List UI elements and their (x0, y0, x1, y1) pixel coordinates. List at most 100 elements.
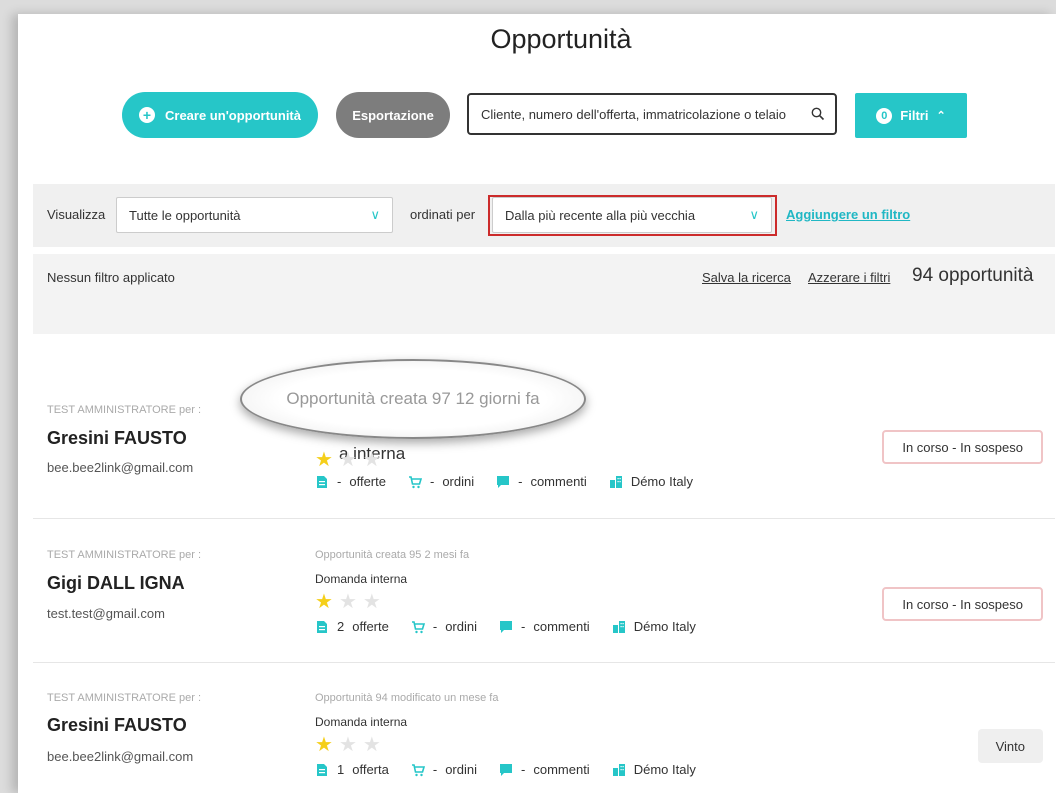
rating-stars[interactable]: ★ ★ ★ (315, 735, 381, 755)
orders-count[interactable]: - ordini (411, 619, 477, 634)
filters-label: Filtri (900, 108, 929, 123)
building-icon (612, 763, 625, 776)
status-badge: In corso - In sospeso (882, 430, 1043, 464)
magnifier-callout: Opportunità creata 97 12 giorni fa (240, 359, 586, 439)
search-box[interactable] (467, 93, 837, 135)
offers-number: - (337, 474, 342, 489)
star-icon[interactable]: ★ (315, 592, 333, 612)
sort-highlight-box (488, 195, 777, 236)
list-item[interactable]: TEST AMMINISTRATORE per : Gigi DALL IGNA… (33, 519, 1055, 663)
star-icon[interactable]: ★ (363, 735, 381, 755)
document-icon (317, 763, 327, 776)
rating-stars[interactable]: ★ ★ ★ (315, 450, 381, 470)
orders-count[interactable]: - ordini (408, 474, 474, 489)
page: Opportunità + Creare un'opportunità Espo… (18, 14, 1056, 793)
page-title: Opportunità (490, 24, 632, 54)
search-icon[interactable] (811, 107, 825, 121)
offers-count[interactable]: 1 offerta (315, 762, 389, 777)
export-button[interactable]: Esportazione (336, 92, 450, 138)
search-input[interactable] (479, 105, 811, 123)
assigned-by: TEST AMMINISTRATORE per : (47, 404, 202, 416)
customer-name[interactable]: Gigi DALL IGNA (47, 573, 185, 594)
no-filter-text: Nessun filtro applicato (47, 270, 175, 285)
orders-number: - (432, 762, 438, 777)
comments-number: - (521, 619, 526, 634)
cart-icon (411, 763, 425, 776)
orders-count[interactable]: - ordini (411, 762, 477, 777)
offers-label: offerta (352, 762, 389, 777)
row-meta: 1 offerta - ordini - commenti Démo Italy (315, 762, 718, 777)
comment-icon (500, 763, 512, 776)
plus-icon: + (139, 107, 155, 123)
site: Démo Italy (609, 474, 693, 489)
comments-count[interactable]: - commenti (496, 474, 587, 489)
star-icon[interactable]: ★ (339, 735, 357, 755)
orders-label: ordini (445, 619, 477, 634)
comments-label: commenti (530, 474, 587, 489)
site-name: Démo Italy (633, 619, 696, 634)
rating-stars[interactable]: ★ ★ ★ (315, 592, 381, 612)
offers-label: offerte (352, 619, 389, 634)
opportunity-count: 94 opportunità (912, 265, 1034, 286)
comments-count[interactable]: - commenti (499, 762, 590, 777)
customer-name[interactable]: Gresini FAUSTO (47, 715, 187, 736)
show-select[interactable]: Tutte le opportunità ∨ (116, 197, 393, 233)
customer-email: bee.bee2link@gmail.com (47, 460, 194, 475)
orders-label: ordini (442, 474, 475, 489)
offers-number: 1 (337, 762, 345, 777)
star-icon[interactable]: ★ (315, 735, 333, 755)
created-info: Opportunità creata 95 2 mesi fa (315, 549, 470, 561)
comments-count[interactable]: - commenti (499, 619, 590, 634)
offers-count[interactable]: 2 offerte (315, 619, 389, 634)
filters-button[interactable]: 0 Filtri ⌃ (855, 93, 967, 138)
comments-label: commenti (533, 619, 590, 634)
sort-label: ordinati per (410, 207, 476, 222)
cart-icon (408, 475, 422, 488)
filter-bar: Visualizza Tutte le opportunità ∨ ordina… (33, 184, 1055, 247)
offers-label: offerte (349, 474, 386, 489)
site-name: Démo Italy (630, 474, 693, 489)
request-type: Domanda interna (315, 572, 408, 586)
comment-icon (500, 620, 512, 633)
document-icon (317, 620, 327, 633)
filters-count-badge: 0 (876, 107, 893, 124)
comments-number: - (518, 474, 523, 489)
comments-label: commenti (533, 762, 590, 777)
customer-name[interactable]: Gresini FAUSTO (47, 428, 187, 449)
create-opportunity-label: Creare un'opportunità (165, 107, 301, 123)
star-icon[interactable]: ★ (363, 450, 381, 470)
building-icon (609, 475, 622, 488)
offers-count[interactable]: - offerte (315, 474, 386, 489)
site: Démo Italy (612, 762, 696, 777)
row-meta: 2 offerte - ordini - commenti Démo Italy (315, 619, 718, 634)
add-filter-link[interactable]: Aggiungere un filtro (786, 207, 910, 222)
offers-number: 2 (337, 619, 345, 634)
document-icon (317, 475, 327, 488)
building-icon (612, 620, 625, 633)
orders-number: - (429, 474, 435, 489)
customer-email: bee.bee2link@gmail.com (47, 749, 194, 764)
assigned-by: TEST AMMINISTRATORE per : (47, 692, 202, 704)
create-opportunity-button[interactable]: + Creare un'opportunità (122, 92, 318, 138)
comments-number: - (521, 762, 526, 777)
request-type: Domanda interna (315, 715, 408, 729)
comment-icon (497, 475, 510, 488)
assigned-by: TEST AMMINISTRATORE per : (47, 549, 202, 561)
status-badge: Vinto (977, 729, 1043, 763)
show-select-value: Tutte le opportunità (129, 207, 241, 223)
star-icon[interactable]: ★ (363, 592, 381, 612)
chevron-up-icon: ⌃ (936, 110, 946, 122)
customer-email: test.test@gmail.com (47, 606, 165, 621)
list-item[interactable]: TEST AMMINISTRATORE per : Gresini FAUSTO… (33, 663, 1055, 793)
status-badge: In corso - In sospeso (882, 587, 1043, 621)
save-search-link[interactable]: Salva la ricerca (702, 270, 791, 285)
orders-label: ordini (445, 762, 477, 777)
reset-filters-link[interactable]: Azzerare i filtri (808, 270, 890, 285)
star-icon[interactable]: ★ (315, 450, 333, 470)
chevron-down-icon: ∨ (370, 207, 380, 222)
star-icon[interactable]: ★ (339, 450, 357, 470)
row-meta: - offerte - ordini - commenti Démo Italy (315, 474, 715, 489)
star-icon[interactable]: ★ (339, 592, 357, 612)
site-name: Démo Italy (633, 762, 696, 777)
status-bar: Nessun filtro applicato Salva la ricerca… (33, 254, 1055, 334)
